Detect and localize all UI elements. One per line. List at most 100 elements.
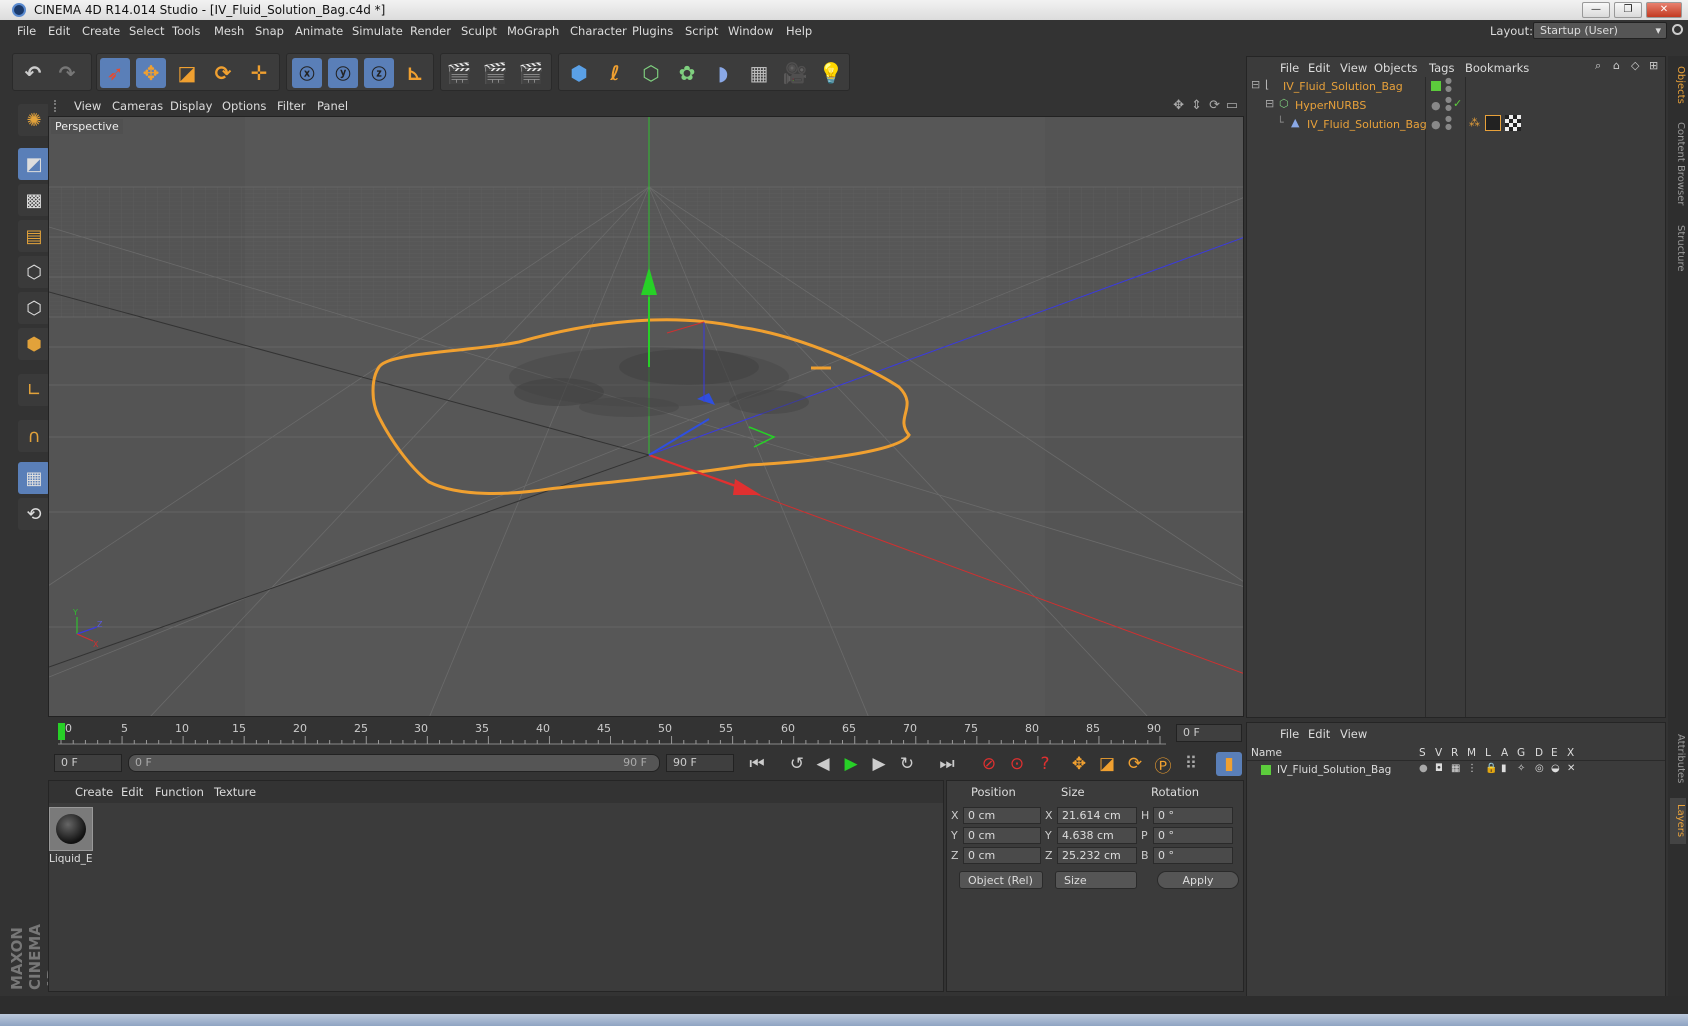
tab-attributes[interactable]: Attributes (1670, 724, 1686, 794)
mat-menu-texture[interactable]: Texture (214, 785, 256, 799)
vp-menu-display[interactable]: Display (170, 99, 212, 113)
layer-menu-view[interactable]: View (1340, 727, 1367, 741)
key-rotation-icon[interactable]: ⟳ (1122, 752, 1148, 776)
tree-expand-icon[interactable]: ⊟ (1251, 78, 1260, 91)
key-position-icon[interactable]: ✥ (1066, 752, 1092, 776)
menu-tools[interactable]: Tools (172, 24, 200, 38)
size-y-field[interactable]: 4.638 cm (1057, 827, 1137, 844)
floor-scene-icon[interactable]: ▦ (744, 58, 774, 88)
obj-menu-view[interactable]: View (1340, 61, 1367, 75)
edges-mode-icon[interactable]: ⬡ (18, 292, 50, 324)
layer-menu-edit[interactable]: Edit (1308, 727, 1330, 741)
object-name[interactable]: IV_Fluid_Solution_Bag (1307, 118, 1427, 131)
vp-menu-panel[interactable]: Panel (317, 99, 348, 113)
obj-menu-edit[interactable]: Edit (1308, 61, 1330, 75)
object-row[interactable]: ⊟ ⬡ HyperNURBS ● ● ● ✓ (1247, 96, 1665, 115)
menu-animate[interactable]: Animate (295, 24, 343, 38)
apply-button[interactable]: Apply (1157, 871, 1239, 889)
menu-character[interactable]: Character (570, 24, 627, 38)
render-picture-viewer-icon[interactable]: 🎬 (480, 58, 510, 88)
size-z-field[interactable]: 25.232 cm (1057, 847, 1137, 864)
recent-tool-icon[interactable]: ✛ (244, 58, 274, 88)
new-panel-icon[interactable]: ⊞ (1649, 59, 1658, 72)
manager-toggle-icon[interactable]: ⋮ (1467, 763, 1477, 774)
nurbs-icon[interactable]: ⬡ (636, 58, 666, 88)
tab-structure[interactable]: Structure (1670, 218, 1686, 278)
timeline-ruler[interactable]: 0 5 10 15 20 25 30 35 40 45 50 55 60 65 … (48, 720, 1244, 748)
layer-color-swatch[interactable] (1261, 765, 1271, 775)
menu-simulate[interactable]: Simulate (352, 24, 403, 38)
tree-expand-icon[interactable]: ⊟ (1265, 97, 1274, 110)
rot-h-field[interactable]: 0 ° (1153, 807, 1233, 824)
obj-menu-tags[interactable]: Tags (1429, 61, 1454, 75)
move-tool-icon[interactable]: ✥ (136, 58, 166, 88)
obj-menu-file[interactable]: File (1280, 61, 1299, 75)
material-name[interactable]: Liquid_E (49, 853, 93, 865)
key-pla-icon[interactable]: ⠿ (1178, 752, 1204, 776)
obj-menu-objects[interactable]: Objects (1374, 61, 1417, 75)
cube-object-icon[interactable]: ⬢ (564, 58, 594, 88)
home-icon[interactable]: ⌂ (1613, 59, 1620, 72)
live-selection-icon[interactable]: ➶ (100, 58, 130, 88)
start-frame-field[interactable]: 0 F (54, 754, 122, 772)
make-editable-icon[interactable]: ✺ (18, 104, 50, 136)
preview-range-slider[interactable]: 0 F 90 F (128, 754, 660, 772)
render-toggle-icon[interactable]: ▦ (1451, 763, 1460, 774)
menu-snap[interactable]: Snap (255, 24, 284, 38)
menu-mesh[interactable]: Mesh (214, 24, 244, 38)
camera-icon[interactable]: 🎥 (780, 58, 810, 88)
menu-file[interactable]: File (17, 24, 36, 38)
rot-p-field[interactable]: 0 ° (1153, 827, 1233, 844)
key-scale-icon[interactable]: ◪ (1094, 752, 1120, 776)
visibility-dots-icon[interactable]: ● ● (1445, 115, 1452, 131)
collapse-icon[interactable]: ◇ (1631, 59, 1639, 72)
size-mode-dropdown[interactable]: Size (1055, 871, 1137, 889)
go-to-start-icon[interactable]: ⏮ (744, 752, 770, 776)
autokeying-icon[interactable]: ⊙ (1004, 752, 1030, 776)
toggle-view-icon[interactable]: ▭ (1226, 98, 1238, 113)
material-tag-icon[interactable] (1485, 115, 1501, 131)
tab-objects[interactable]: Objects (1670, 60, 1686, 110)
lock-toggle-icon[interactable]: 🔒 (1485, 763, 1497, 774)
polygons-mode-icon[interactable]: ⬢ (18, 328, 50, 360)
render-view-icon[interactable]: 🎬 (444, 58, 474, 88)
obj-menu-bookmarks[interactable]: Bookmarks (1465, 61, 1529, 75)
pos-y-field[interactable]: 0 cm (963, 827, 1041, 844)
menu-sculpt[interactable]: Sculpt (461, 24, 497, 38)
menu-help[interactable]: Help (786, 24, 812, 38)
menu-script[interactable]: Script (685, 24, 718, 38)
key-parameter-icon[interactable]: Ⓟ (1150, 752, 1176, 777)
deformer-icon[interactable]: ◗ (708, 58, 738, 88)
menu-mograph[interactable]: MoGraph (507, 24, 559, 38)
pos-x-field[interactable]: 0 cm (963, 807, 1041, 824)
previous-frame-icon[interactable]: ◀ (810, 752, 836, 776)
y-axis-lock-icon[interactable]: ⓨ (328, 58, 358, 88)
object-name[interactable]: IV_Fluid_Solution_Bag (1283, 80, 1403, 93)
xref-toggle-icon[interactable]: ✕ (1567, 763, 1575, 774)
vp-menu-view[interactable]: View (74, 99, 101, 113)
play-forward-icon[interactable]: ▶ (838, 752, 864, 776)
undo-icon[interactable]: ↶ (18, 58, 48, 88)
deformers-toggle-icon[interactable]: ◎ (1535, 763, 1544, 774)
visibility-dots-icon[interactable]: ● ● (1445, 77, 1452, 93)
layout-dropdown[interactable]: Startup (User) ▾ (1533, 22, 1667, 39)
solo-toggle-icon[interactable]: ● (1419, 763, 1428, 774)
playhead[interactable] (58, 723, 65, 740)
rotate-tool-icon[interactable]: ⟳ (208, 58, 238, 88)
render-settings-icon[interactable]: 🎬 (516, 58, 546, 88)
menu-plugins[interactable]: Plugins (632, 24, 673, 38)
pos-z-field[interactable]: 0 cm (963, 847, 1041, 864)
restore-button[interactable]: ❐ (1614, 2, 1642, 18)
workplane-mode-icon[interactable]: ▤ (18, 220, 50, 252)
texture-mode-icon[interactable]: ▩ (18, 184, 50, 216)
search-icon[interactable]: ⌕ (1595, 59, 1601, 73)
animation-toggle-icon[interactable]: ▮ (1501, 763, 1507, 774)
zoom-view-icon[interactable]: ⇕ (1191, 98, 1202, 113)
z-axis-lock-icon[interactable]: ⓩ (364, 58, 394, 88)
current-frame-field[interactable]: 0 F (1176, 724, 1242, 742)
end-frame-field[interactable]: 90 F (666, 754, 734, 772)
rot-b-field[interactable]: 0 ° (1153, 847, 1233, 864)
uvw-tag-icon[interactable] (1505, 115, 1521, 131)
visibility-dots-icon[interactable]: ● ● (1445, 96, 1452, 112)
search-icon[interactable] (1672, 24, 1683, 35)
